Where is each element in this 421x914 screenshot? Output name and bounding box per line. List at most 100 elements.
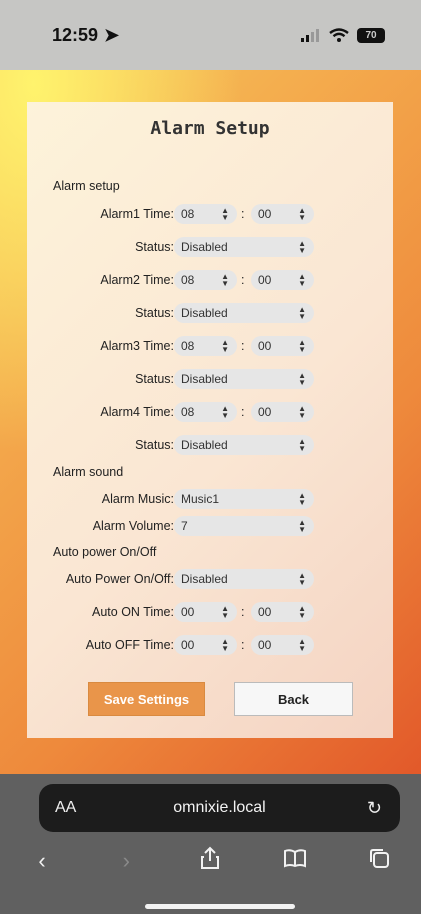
chevron-updown-icon: ▲ ▼ [298,371,306,387]
alarm1-status-select[interactable]: Disabled ▲ ▼ [174,237,314,257]
alarm-volume-label: Alarm Volume: [92,519,174,533]
alarm2-status-label: Status: [135,306,174,320]
chevron-updown-icon: ▲ ▼ [221,637,229,653]
wifi-icon [329,28,349,42]
alarm2-hour-select[interactable]: 08 ▲ ▼ [174,270,237,290]
browser-nav-row: ‹ › [0,846,421,876]
alarm3-status-label: Status: [135,372,174,386]
share-icon[interactable] [190,846,230,876]
chevron-updown-icon: ▲ ▼ [298,272,306,288]
auto-off-minute-value: 00 [258,638,272,652]
auto-on-hour-value: 00 [181,605,195,619]
chevron-updown-icon: ▲ ▼ [298,518,306,534]
alarm1-status-label: Status: [135,240,174,254]
chevron-updown-icon: ▲ ▼ [221,338,229,354]
chevron-updown-icon: ▲ ▼ [298,437,306,453]
status-time: 12:59 ➤ [52,25,119,46]
alarm-setup-card: Alarm Setup Alarm setup Alarm1 Time: 08 ▲… [27,102,393,738]
section-alarm-setup: Alarm setup [53,179,120,193]
alarm3-minute-value: 00 [258,339,272,353]
chevron-updown-icon: ▲ ▼ [221,206,229,222]
forward-icon[interactable]: › [106,848,146,874]
alarm1-minute-value: 00 [258,207,272,221]
alarm-volume-select[interactable]: 7 ▲ ▼ [174,516,314,536]
alarm2-status-value: Disabled [181,306,228,320]
alarm3-hour-value: 08 [181,339,195,353]
auto-on-hour-select[interactable]: 00 ▲ ▼ [174,602,237,622]
chevron-updown-icon: ▲ ▼ [221,404,229,420]
alarm-volume-value: 7 [181,519,188,533]
section-alarm-sound: Alarm sound [53,465,124,479]
alarm2-minute-select[interactable]: 00 ▲ ▼ [251,270,314,290]
save-settings-button[interactable]: Save Settings [88,682,205,716]
url-text[interactable]: omnixie.local [39,799,400,817]
auto-on-minute-select[interactable]: 00 ▲ ▼ [251,602,314,622]
section-auto-power: Auto power On/Off [53,545,157,559]
alarm4-minute-value: 00 [258,405,272,419]
auto-off-minute-select[interactable]: 00 ▲ ▼ [251,635,314,655]
alarm4-status-select[interactable]: Disabled ▲ ▼ [174,435,314,455]
page-title: Alarm Setup [150,118,270,139]
alarm1-minute-select[interactable]: 00 ▲ ▼ [251,204,314,224]
address-bar[interactable]: AA omnixie.local ↻ [39,784,400,832]
status-bar: 12:59 ➤ 70 [0,0,421,70]
auto-power-label: Auto Power On/Off: [65,572,174,586]
alarm3-status-select[interactable]: Disabled ▲ ▼ [174,369,314,389]
auto-power-select[interactable]: Disabled ▲ ▼ [174,569,314,589]
chevron-updown-icon: ▲ ▼ [221,604,229,620]
chevron-updown-icon: ▲ ▼ [298,206,306,222]
alarm1-status-value: Disabled [181,240,228,254]
chevron-updown-icon: ▲ ▼ [298,571,306,587]
alarm1-time-label: Alarm1 Time: [100,207,174,221]
status-icons: 70 [301,27,385,43]
alarm3-hour-select[interactable]: 08 ▲ ▼ [174,336,237,356]
reader-settings-button[interactable]: AA [55,799,76,817]
chevron-updown-icon: ▲ ▼ [298,637,306,653]
chevron-updown-icon: ▲ ▼ [298,404,306,420]
chevron-updown-icon: ▲ ▼ [298,305,306,321]
alarm-music-select[interactable]: Music1 ▲ ▼ [174,489,314,509]
auto-on-minute-value: 00 [258,605,272,619]
time-separator: : [241,273,245,287]
auto-power-value: Disabled [181,572,228,586]
chevron-updown-icon: ▲ ▼ [298,239,306,255]
chevron-updown-icon: ▲ ▼ [298,491,306,507]
chevron-updown-icon: ▲ ▼ [298,338,306,354]
battery-level: 70 [365,29,377,41]
auto-off-hour-select[interactable]: 00 ▲ ▼ [174,635,237,655]
alarm-music-label: Alarm Music: [101,492,174,506]
back-icon[interactable]: ‹ [22,848,62,874]
auto-off-time-label: Auto OFF Time: [85,638,174,652]
auto-on-time-label: Auto ON Time: [92,605,174,619]
back-button[interactable]: Back [234,682,353,716]
alarm4-status-label: Status: [135,438,174,452]
alarm1-hour-value: 08 [181,207,195,221]
alarm1-hour-select[interactable]: 08 ▲ ▼ [174,204,237,224]
clock-time: 12:59 [52,24,99,45]
alarm-music-value: Music1 [181,492,220,506]
alarm3-status-value: Disabled [181,372,228,386]
chevron-updown-icon: ▲ ▼ [298,604,306,620]
reload-icon[interactable]: ↻ [367,798,382,819]
alarm3-minute-select[interactable]: 00 ▲ ▼ [251,336,314,356]
alarm2-status-select[interactable]: Disabled ▲ ▼ [174,303,314,323]
alarm2-hour-value: 08 [181,273,195,287]
location-arrow-icon: ➤ [104,24,120,45]
battery-icon: 70 [357,27,385,43]
time-separator: : [241,207,245,221]
alarm2-time-label: Alarm2 Time: [100,273,174,287]
alarm4-hour-value: 08 [181,405,195,419]
chevron-updown-icon: ▲ ▼ [221,272,229,288]
tabs-icon[interactable] [359,847,399,875]
signal-icon [301,29,319,42]
alarm4-status-value: Disabled [181,438,228,452]
home-indicator [145,904,295,909]
time-separator: : [241,339,245,353]
alarm4-hour-select[interactable]: 08 ▲ ▼ [174,402,237,422]
time-separator: : [241,405,245,419]
alarm4-minute-select[interactable]: 00 ▲ ▼ [251,402,314,422]
alarm3-time-label: Alarm3 Time: [100,339,174,353]
bookmarks-icon[interactable] [275,848,315,874]
time-separator: : [241,605,245,619]
alarm4-time-label: Alarm4 Time: [100,405,174,419]
